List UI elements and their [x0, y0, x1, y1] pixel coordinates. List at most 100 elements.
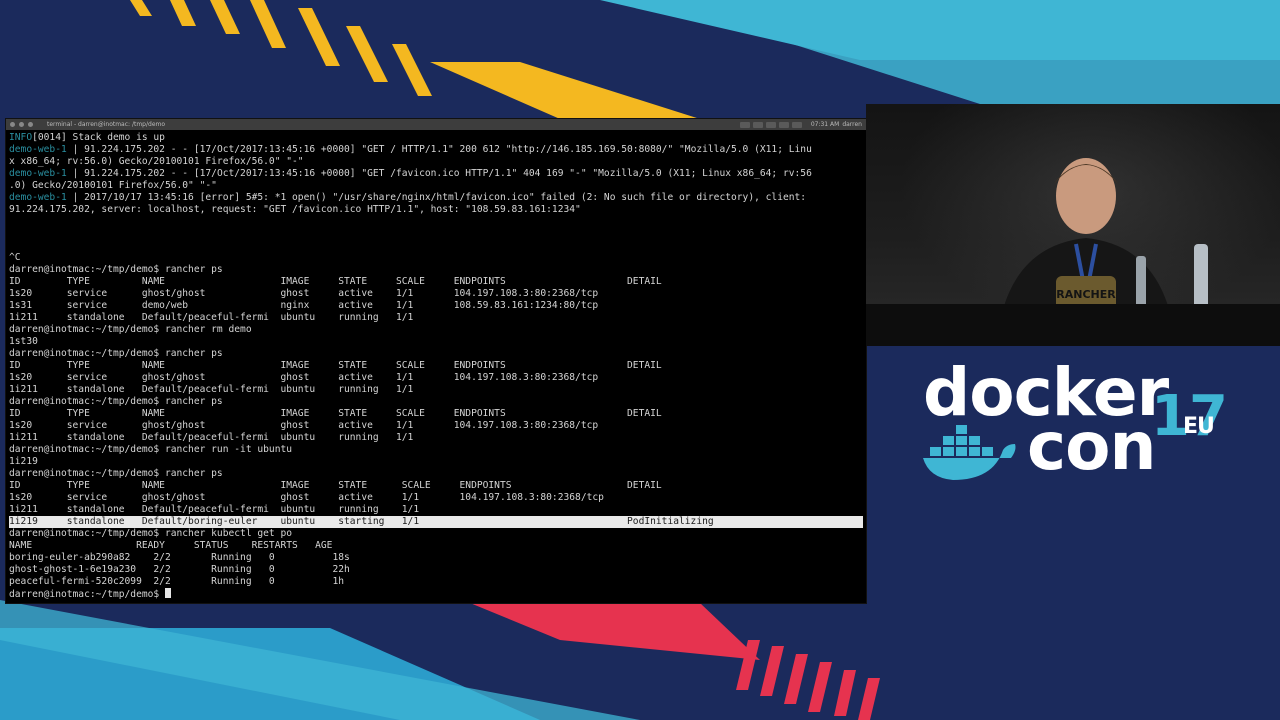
terminal-line-text: ID TYPE NAME IMAGE STATE SCALE ENDPOINTS… — [9, 360, 662, 371]
tray-app-icon[interactable] — [791, 121, 802, 128]
terminal-line: darren@inotmac:~/tmp/demo$ rancher kubec… — [9, 528, 863, 540]
terminal-line: INFO[0014] Stack demo is up — [9, 132, 863, 144]
terminal-output[interactable]: INFO[0014] Stack demo is up demo-web-1 | … — [6, 130, 866, 602]
terminal-line: ID TYPE NAME IMAGE STATE SCALE ENDPOINTS… — [9, 480, 863, 492]
terminal-line-text: ^C — [9, 252, 21, 263]
shirt-logo-text: RANCHER — [1056, 288, 1116, 301]
terminal-line: 1s20 service ghost/ghost ghost active 1/… — [9, 420, 863, 432]
terminal-line: darren@inotmac:~/tmp/demo$ — [9, 588, 863, 600]
terminal-line-selected: 1i219 standalone Default/boring-euler ub… — [9, 516, 863, 528]
terminal-window[interactable]: terminal - darren@inotmac: /tmp/demo 07:… — [6, 119, 866, 603]
maximize-icon[interactable] — [28, 122, 33, 127]
terminal-line: ^C — [9, 252, 863, 264]
text-cursor — [164, 588, 171, 598]
terminal-line-text: 1i211 standalone Default/peaceful-fermi … — [9, 312, 414, 323]
dockercon-logo: docker con 17 EU — [915, 354, 1235, 486]
tray-user: darren — [842, 121, 862, 128]
terminal-line-text: | 2017/10/17 13:45:16 [error] 5#5: *1 op… — [66, 192, 807, 203]
terminal-line: ghost-ghost-1-6e19a230 2/2 Running 0 22h — [9, 564, 863, 576]
terminal-line-text: darren@inotmac:~/tmp/demo$ rancher run -… — [9, 444, 293, 455]
terminal-line-text: 1s31 service demo/web nginx active 1/1 1… — [9, 300, 599, 311]
terminal-line: darren@inotmac:~/tmp/demo$ rancher ps — [9, 348, 863, 360]
log-prefix: INFO — [9, 132, 33, 143]
terminal-line-text: 91.224.175.202, server: localhost, reque… — [9, 204, 581, 215]
tray-app-icon[interactable] — [752, 121, 763, 128]
terminal-line: 1s20 service ghost/ghost ghost active 1/… — [9, 372, 863, 384]
terminal-line: demo-web-1 | 91.224.175.202 - - [17/Oct/… — [9, 168, 863, 180]
tray-clock: 07:31 AM — [810, 121, 840, 128]
log-prefix: demo-web-1 — [9, 144, 67, 155]
terminal-line-text: 1i219 — [9, 456, 38, 467]
logo-region: EU — [1183, 414, 1215, 439]
terminal-line-text: darren@inotmac:~/tmp/demo$ rancher ps — [9, 468, 223, 479]
terminal-line-text: ID TYPE NAME IMAGE STATE SCALE ENDPOINTS… — [9, 408, 662, 419]
terminal-line-text: darren@inotmac:~/tmp/demo$ rancher rm de… — [9, 324, 252, 335]
docker-whale-icon — [923, 425, 1016, 480]
terminal-line: ID TYPE NAME IMAGE STATE SCALE ENDPOINTS… — [9, 360, 863, 372]
terminal-line-text: NAME READY STATUS RESTARTS AGE — [9, 540, 333, 551]
terminal-line: 1s20 service ghost/ghost ghost active 1/… — [9, 492, 863, 504]
terminal-line-text: darren@inotmac:~/tmp/demo$ rancher ps — [9, 264, 223, 275]
terminal-line-text: darren@inotmac:~/tmp/demo$ rancher ps — [9, 348, 223, 359]
terminal-line: .0) Gecko/20100101 Firefox/56.0" "-" — [9, 180, 863, 192]
terminal-line: NAME READY STATUS RESTARTS AGE — [9, 540, 863, 552]
log-prefix: demo-web-1 — [9, 192, 67, 203]
terminal-line: ID TYPE NAME IMAGE STATE SCALE ENDPOINTS… — [9, 276, 863, 288]
terminal-line: x x86_64; rv:56.0) Gecko/20100101 Firefo… — [9, 156, 863, 168]
terminal-line-text: [0014] Stack demo is up — [32, 132, 165, 143]
terminal-line: 1s20 service ghost/ghost ghost active 1/… — [9, 288, 863, 300]
terminal-line-text: 1s20 service ghost/ghost ghost active 1/… — [9, 420, 599, 431]
terminal-line: peaceful-fermi-520c2099 2/2 Running 0 1h — [9, 576, 863, 588]
terminal-line: 1i211 standalone Default/peaceful-fermi … — [9, 504, 863, 516]
terminal-line-text: 1s20 service ghost/ghost ghost active 1/… — [9, 372, 599, 383]
terminal-line-text: 1i219 standalone Default/boring-euler ub… — [9, 516, 714, 527]
minimize-icon[interactable] — [19, 122, 24, 127]
terminal-line: demo-web-1 | 91.224.175.202 - - [17/Oct/… — [9, 144, 863, 156]
tray-app-icon[interactable] — [778, 121, 789, 128]
terminal-line-text: boring-euler-ab290a82 2/2 Running 0 18s — [9, 552, 350, 563]
terminal-line-text: 1i211 standalone Default/peaceful-fermi … — [9, 432, 414, 443]
terminal-title: terminal - darren@inotmac: /tmp/demo — [47, 121, 166, 128]
terminal-line: demo-web-1 | 2017/10/17 13:45:16 [error]… — [9, 192, 863, 204]
terminal-line-text: ID TYPE NAME IMAGE STATE SCALE ENDPOINTS… — [9, 276, 662, 287]
terminal-line: 1st30 — [9, 336, 863, 348]
terminal-line-text: darren@inotmac:~/tmp/demo$ rancher kubec… — [9, 528, 293, 539]
terminal-line-text: x x86_64; rv:56.0) Gecko/20100101 Firefo… — [9, 156, 304, 167]
terminal-line-text: 1i211 standalone Default/peaceful-fermi … — [9, 504, 420, 515]
terminal-line-text: 1s20 service ghost/ghost ghost active 1/… — [9, 492, 604, 503]
terminal-titlebar[interactable]: terminal - darren@inotmac: /tmp/demo 07:… — [6, 119, 866, 130]
system-tray: 07:31 AM darren — [739, 121, 862, 128]
terminal-line-text: peaceful-fermi-520c2099 2/2 Running 0 1h — [9, 576, 345, 587]
terminal-line: darren@inotmac:~/tmp/demo$ rancher ps — [9, 264, 863, 276]
terminal-line: 1s31 service demo/web nginx active 1/1 1… — [9, 300, 863, 312]
speaker-video: RANCHER — [866, 104, 1280, 346]
terminal-line: boring-euler-ab290a82 2/2 Running 0 18s — [9, 552, 863, 564]
tray-app-icon[interactable] — [765, 121, 776, 128]
terminal-line: 1i211 standalone Default/peaceful-fermi … — [9, 312, 863, 324]
logo-word-con: con — [1027, 408, 1156, 485]
terminal-line-text: darren@inotmac:~/tmp/demo$ rancher ps — [9, 396, 223, 407]
terminal-line-text: 1s20 service ghost/ghost ghost active 1/… — [9, 288, 599, 299]
terminal-line: 1i211 standalone Default/peaceful-fermi … — [9, 384, 863, 396]
terminal-line-text: 1st30 — [9, 336, 38, 347]
terminal-line: darren@inotmac:~/tmp/demo$ rancher run -… — [9, 444, 863, 456]
terminal-line-text: darren@inotmac:~/tmp/demo$ — [9, 589, 165, 600]
terminal-line: darren@inotmac:~/tmp/demo$ rancher rm de… — [9, 324, 863, 336]
terminal-line-text: .0) Gecko/20100101 Firefox/56.0" "-" — [9, 180, 217, 191]
terminal-line-text: | 91.224.175.202 - - [17/Oct/2017:13:45:… — [66, 144, 812, 155]
terminal-line-text: ID TYPE NAME IMAGE STATE SCALE ENDPOINTS… — [9, 480, 662, 491]
terminal-line: 1i211 standalone Default/peaceful-fermi … — [9, 432, 863, 444]
tray-app-icon[interactable] — [739, 121, 750, 128]
terminal-line-text: 1i211 standalone Default/peaceful-fermi … — [9, 384, 414, 395]
terminal-line: ID TYPE NAME IMAGE STATE SCALE ENDPOINTS… — [9, 408, 863, 420]
log-prefix: demo-web-1 — [9, 168, 67, 179]
terminal-line: darren@inotmac:~/tmp/demo$ rancher ps — [9, 396, 863, 408]
terminal-line: 1i219 — [9, 456, 863, 468]
close-icon[interactable] — [10, 122, 15, 127]
lectern — [866, 304, 1280, 346]
terminal-line-text: | 91.224.175.202 - - [17/Oct/2017:13:45:… — [66, 168, 812, 179]
terminal-line: 91.224.175.202, server: localhost, reque… — [9, 204, 863, 216]
